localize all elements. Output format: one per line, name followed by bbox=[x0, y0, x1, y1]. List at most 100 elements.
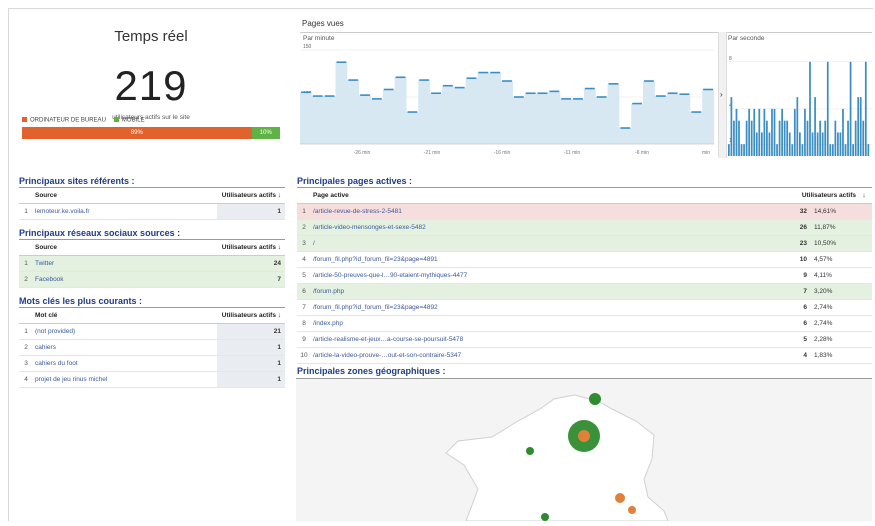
row-value: 1 bbox=[217, 356, 285, 371]
col-users[interactable]: Utilisateurs actifs bbox=[766, 188, 856, 203]
row-label[interactable]: /article-realisme-et-jeux…a-course-se-po… bbox=[311, 332, 783, 347]
row-label[interactable]: /forum_fil.php?id_forum_fil=23&page=4892 bbox=[311, 300, 783, 315]
geo-marker[interactable] bbox=[578, 430, 590, 442]
row-index: 1 bbox=[24, 328, 28, 335]
france-outline bbox=[445, 394, 669, 522]
col-users[interactable]: Utilisateurs actifs ↓ bbox=[211, 188, 285, 203]
row-label[interactable]: cahiers du foot bbox=[33, 356, 217, 371]
row-label[interactable]: /article-la-video-prouve-…out-et-son-con… bbox=[311, 348, 783, 363]
x-tick-label: min bbox=[702, 150, 710, 156]
geo-marker[interactable] bbox=[526, 447, 534, 455]
bar bbox=[773, 108, 776, 156]
row-label[interactable]: cahiers bbox=[33, 340, 217, 355]
bar bbox=[826, 61, 829, 156]
table-row[interactable]: 10 /article-la-video-prouve-…out-et-son-… bbox=[297, 348, 872, 364]
bar bbox=[847, 120, 849, 156]
bar bbox=[748, 108, 751, 156]
row-label[interactable]: lemoteur.ke.voila.fr bbox=[33, 204, 217, 219]
social-title: Principaux réseaux sociaux sources : bbox=[19, 228, 181, 238]
x-tick-label: -16 min bbox=[494, 150, 511, 156]
bar bbox=[783, 120, 786, 156]
per-minute-chart: 15010050-26 min-21 min-16 min-11 min-6 m… bbox=[300, 44, 714, 156]
table-row[interactable]: 3 cahiers du foot 1 bbox=[19, 356, 285, 372]
geo-marker[interactable] bbox=[615, 493, 625, 503]
row-label[interactable]: /forum.php bbox=[311, 284, 783, 299]
row-percent: 2,74% bbox=[814, 320, 833, 327]
row-label[interactable]: /article-revue-de-stress-2-5481 bbox=[311, 204, 783, 219]
bar bbox=[864, 61, 867, 156]
bar bbox=[778, 120, 781, 156]
bar bbox=[839, 132, 842, 156]
col-users[interactable]: Utilisateurs actifs ↓ bbox=[211, 240, 285, 255]
geo-marker[interactable] bbox=[589, 393, 601, 405]
col-users[interactable]: Utilisateurs actifs ↓ bbox=[211, 308, 285, 323]
table-row[interactable]: 1 lemoteur.ke.voila.fr 1 bbox=[19, 204, 285, 220]
legend-desktop-label: ORDINATEUR DE BUREAU bbox=[30, 117, 106, 124]
table-row[interactable]: 2 /article-video-mensonges-et-sexe-5482 … bbox=[297, 220, 872, 236]
referrers-header: Source Utilisateurs actifs ↓ bbox=[19, 188, 285, 204]
row-label[interactable]: /forum_fil.php?id_forum_fil=23&page=4891 bbox=[311, 252, 783, 267]
geo-map[interactable] bbox=[296, 378, 872, 522]
row-index: 4 bbox=[302, 256, 306, 263]
row-label[interactable]: /article-50-preuves-que-l…90-etaient-myt… bbox=[311, 268, 783, 283]
bar bbox=[788, 132, 791, 156]
pages-title: Principales pages actives : bbox=[297, 176, 413, 186]
row-value: 7 bbox=[277, 276, 281, 283]
sort-arrow-icon[interactable]: ↓ bbox=[856, 188, 872, 203]
row-value: 9 bbox=[803, 272, 807, 279]
table-row[interactable]: 8 /index.php 6 2,74% bbox=[297, 316, 872, 332]
bar bbox=[755, 132, 758, 156]
table-row[interactable]: 1 /article-revue-de-stress-2-5481 32 14,… bbox=[297, 204, 872, 220]
desktop-swatch bbox=[22, 117, 27, 122]
bar bbox=[852, 144, 854, 156]
pageviews-title: Pages vues bbox=[302, 19, 344, 28]
table-row[interactable]: 4 projet de jeu rinus michel 1 bbox=[19, 372, 285, 388]
geo-title: Principales zones géographiques : bbox=[297, 366, 446, 376]
bar bbox=[793, 108, 796, 156]
table-row[interactable]: 3 / 23 10,50% bbox=[297, 236, 872, 252]
geo-marker[interactable] bbox=[628, 506, 636, 514]
bar bbox=[763, 108, 766, 156]
row-label[interactable]: (not provided) bbox=[33, 324, 217, 339]
row-label[interactable]: projet de jeu rinus michel bbox=[33, 372, 217, 387]
bar bbox=[745, 120, 748, 156]
row-label[interactable]: Facebook bbox=[33, 272, 217, 287]
row-index: 10 bbox=[300, 352, 308, 359]
table-row[interactable]: 2 cahiers 1 bbox=[19, 340, 285, 356]
table-row[interactable]: 4 /forum_fil.php?id_forum_fil=23&page=48… bbox=[297, 252, 872, 268]
row-value: 4 bbox=[803, 352, 807, 359]
table-row[interactable]: 5 /article-50-preuves-que-l…90-etaient-m… bbox=[297, 268, 872, 284]
row-percent: 2,74% bbox=[814, 304, 833, 311]
table-row[interactable]: 6 /forum.php 7 3,20% bbox=[297, 284, 872, 300]
bar bbox=[867, 144, 870, 156]
bar bbox=[834, 120, 837, 156]
row-value: 24 bbox=[273, 260, 281, 267]
social-table: Source Utilisateurs actifs ↓ 1 Twitter 2… bbox=[19, 239, 285, 288]
row-index: 5 bbox=[302, 272, 306, 279]
row-index: 2 bbox=[24, 344, 28, 351]
row-value: 5 bbox=[803, 336, 807, 343]
table-row[interactable]: 1 (not provided) 21 bbox=[19, 324, 285, 340]
table-row[interactable]: 1 Twitter 24 bbox=[19, 256, 285, 272]
row-index: 2 bbox=[24, 276, 28, 283]
table-row[interactable]: 9 /article-realisme-et-jeux…a-course-se-… bbox=[297, 332, 872, 348]
bar bbox=[776, 144, 778, 156]
row-label[interactable]: / bbox=[311, 236, 783, 251]
row-label[interactable]: Twitter bbox=[33, 256, 217, 271]
pages-table: Page active Utilisateurs actifs ↓ 1 /art… bbox=[297, 187, 872, 364]
row-index: 7 bbox=[302, 304, 306, 311]
row-value: 10 bbox=[799, 256, 807, 263]
table-row[interactable]: 2 Facebook 7 bbox=[19, 272, 285, 288]
row-label[interactable]: /index.php bbox=[311, 316, 783, 331]
row-index: 6 bbox=[302, 288, 306, 295]
device-legend: ORDINATEUR DE BUREAU MOBILE bbox=[22, 117, 145, 124]
table-row[interactable]: 7 /forum_fil.php?id_forum_fil=23&page=48… bbox=[297, 300, 872, 316]
legend-mobile-label: MOBILE bbox=[121, 117, 145, 124]
chevron-right-icon[interactable]: › bbox=[720, 90, 723, 99]
bar bbox=[859, 97, 862, 156]
row-percent: 2,28% bbox=[814, 336, 833, 343]
y-tick-label: 8 bbox=[729, 56, 732, 62]
row-index: 9 bbox=[302, 336, 306, 343]
france-map bbox=[445, 393, 669, 522]
row-label[interactable]: /article-video-mensonges-et-sexe-5482 bbox=[311, 220, 783, 235]
